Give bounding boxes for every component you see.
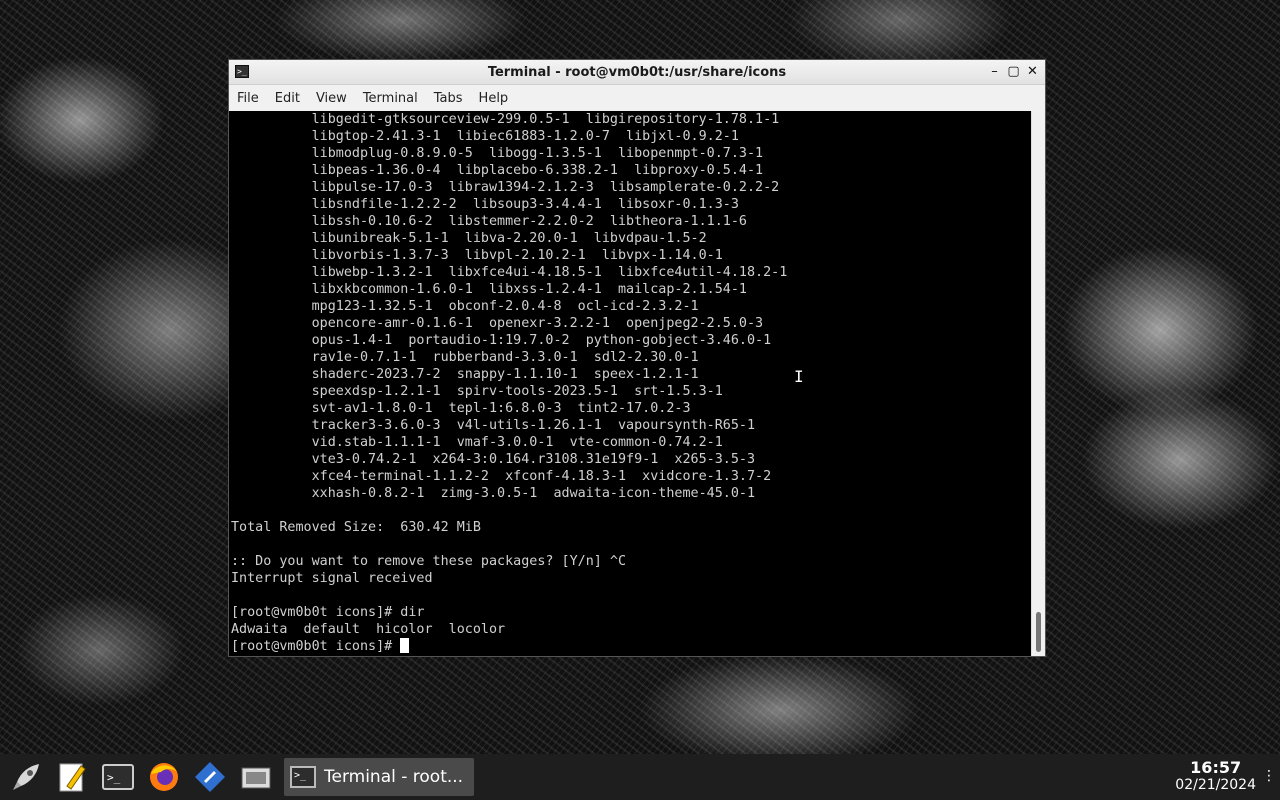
window-title: Terminal - root@vm0b0t:/usr/share/icons — [487, 64, 787, 80]
terminal-line: opencore-amr-0.1.6-1 openexr-3.2.2-1 ope… — [231, 316, 764, 331]
screenshot-icon[interactable] — [236, 757, 276, 797]
terminal-line: :: Do you want to remove these packages?… — [231, 554, 627, 569]
terminal-app-icon: >_ — [235, 65, 249, 78]
terminal-icon[interactable]: >_ — [98, 757, 138, 797]
mouse-ibeam-cursor-icon: I — [794, 367, 804, 386]
text-cursor — [400, 638, 410, 653]
clock[interactable]: 16:57 02/21/2024 — [1175, 758, 1256, 793]
menu-help[interactable]: Help — [471, 91, 517, 106]
terminal-line: rav1e-0.7.1-1 rubberband-3.3.0-1 sdl2-2.… — [231, 350, 699, 365]
terminal-line: vid.stab-1.1.1-1 vmaf-3.0.0-1 vte-common… — [231, 435, 723, 450]
terminal-line: libpulse-17.0-3 libraw1394-2.1.2-3 libsa… — [231, 180, 780, 195]
taskbar-terminal-task[interactable]: >_ Terminal - root... — [284, 758, 474, 796]
terminal-line: xfce4-terminal-1.1.2-2 xfconf-4.18.3-1 x… — [231, 469, 772, 484]
terminal-line: [root@vm0b0t icons]# dir — [231, 605, 425, 620]
close-button[interactable]: ✕ — [1024, 62, 1041, 81]
tray-menu-icon[interactable]: ⋮ — [1262, 768, 1276, 784]
maximize-button[interactable]: ▢ — [1005, 62, 1022, 81]
menu-terminal[interactable]: Terminal — [355, 91, 426, 106]
terminal-line: tracker3-3.6.0-3 v4l-utils-1.26.1-1 vapo… — [231, 418, 756, 433]
terminal-line: libgtop-2.41.3-1 libiec61883-1.2.0-7 lib… — [231, 129, 739, 144]
window-titlebar[interactable]: >_ Terminal - root@vm0b0t:/usr/share/ico… — [229, 60, 1045, 85]
terminal-line: vte3-0.74.2-1 x264-3:0.164.r3108.31e19f9… — [231, 452, 756, 467]
svg-text:>_: >_ — [107, 771, 121, 784]
app-icon[interactable] — [190, 757, 230, 797]
terminal-line: libgedit-gtksourceview-299.0.5-1 libgire… — [231, 112, 780, 127]
terminal-line: libwebp-1.3.2-1 libxfce4ui-4.18.5-1 libx… — [231, 265, 788, 280]
terminal-line: Total Removed Size: 630.42 MiB — [231, 520, 481, 535]
terminal-line: speexdsp-1.2.1-1 spirv-tools-2023.5-1 sr… — [231, 384, 723, 399]
terminal-line: mpg123-1.32.5-1 obconf-2.0.4-8 ocl-icd-2… — [231, 299, 699, 314]
scrollbar[interactable] — [1031, 111, 1045, 656]
terminal-line: svt-av1-1.8.0-1 tepl-1:6.8.0-3 tint2-17.… — [231, 401, 691, 416]
menubar: File Edit View Terminal Tabs Help — [229, 85, 1045, 112]
terminal-line: libssh-0.10.6-2 libstemmer-2.2.0-2 libth… — [231, 214, 747, 229]
terminal-output[interactable]: libgedit-gtksourceview-299.0.5-1 libgire… — [229, 111, 1031, 656]
terminal-window[interactable]: >_ Terminal - root@vm0b0t:/usr/share/ico… — [228, 59, 1046, 657]
menu-tabs[interactable]: Tabs — [426, 91, 471, 106]
terminal-line: shaderc-2023.7-2 snappy-1.1.10-1 speex-1… — [231, 367, 699, 382]
minimize-button[interactable]: – — [986, 62, 1003, 81]
terminal-prompt-line[interactable]: [root@vm0b0t icons]# — [231, 638, 1031, 655]
taskbar-task-label: Terminal - root... — [324, 767, 464, 787]
rocket-icon[interactable] — [6, 757, 46, 797]
text-editor-icon[interactable] — [52, 757, 92, 797]
menu-edit[interactable]: Edit — [267, 91, 308, 106]
taskbar: >_ >_ Terminal - root... 16:57 02/21/202… — [0, 754, 1280, 800]
terminal-line: libsndfile-1.2.2-2 libsoup3-3.4.4-1 libs… — [231, 197, 739, 212]
terminal-prompt: [root@vm0b0t icons]# — [231, 639, 401, 654]
menu-view[interactable]: View — [308, 91, 355, 106]
terminal-line: Interrupt signal received — [231, 571, 433, 586]
menu-file[interactable]: File — [229, 91, 267, 106]
terminal-line: xxhash-0.8.2-1 zimg-3.0.5-1 adwaita-icon… — [231, 486, 756, 501]
scrollbar-thumb[interactable] — [1036, 612, 1041, 652]
terminal-line: libxkbcommon-1.6.0-1 libxss-1.2.4-1 mail… — [231, 282, 747, 297]
terminal-task-icon: >_ — [290, 766, 316, 788]
terminal-line: libpeas-1.36.0-4 libplacebo-6.338.2-1 li… — [231, 163, 764, 178]
clock-date: 02/21/2024 — [1175, 777, 1256, 793]
clock-time: 16:57 — [1190, 758, 1242, 777]
firefox-icon[interactable] — [144, 757, 184, 797]
terminal-line: libmodplug-0.8.9.0-5 libogg-1.3.5-1 libo… — [231, 146, 764, 161]
terminal-line: opus-1.4-1 portaudio-1:19.7.0-2 python-g… — [231, 333, 772, 348]
terminal-line: Adwaita default hicolor locolor — [231, 622, 506, 637]
terminal-line: libunibreak-5.1-1 libva-2.20.0-1 libvdpa… — [231, 231, 707, 246]
terminal-line: libvorbis-1.3.7-3 libvpl-2.10.2-1 libvpx… — [231, 248, 723, 263]
